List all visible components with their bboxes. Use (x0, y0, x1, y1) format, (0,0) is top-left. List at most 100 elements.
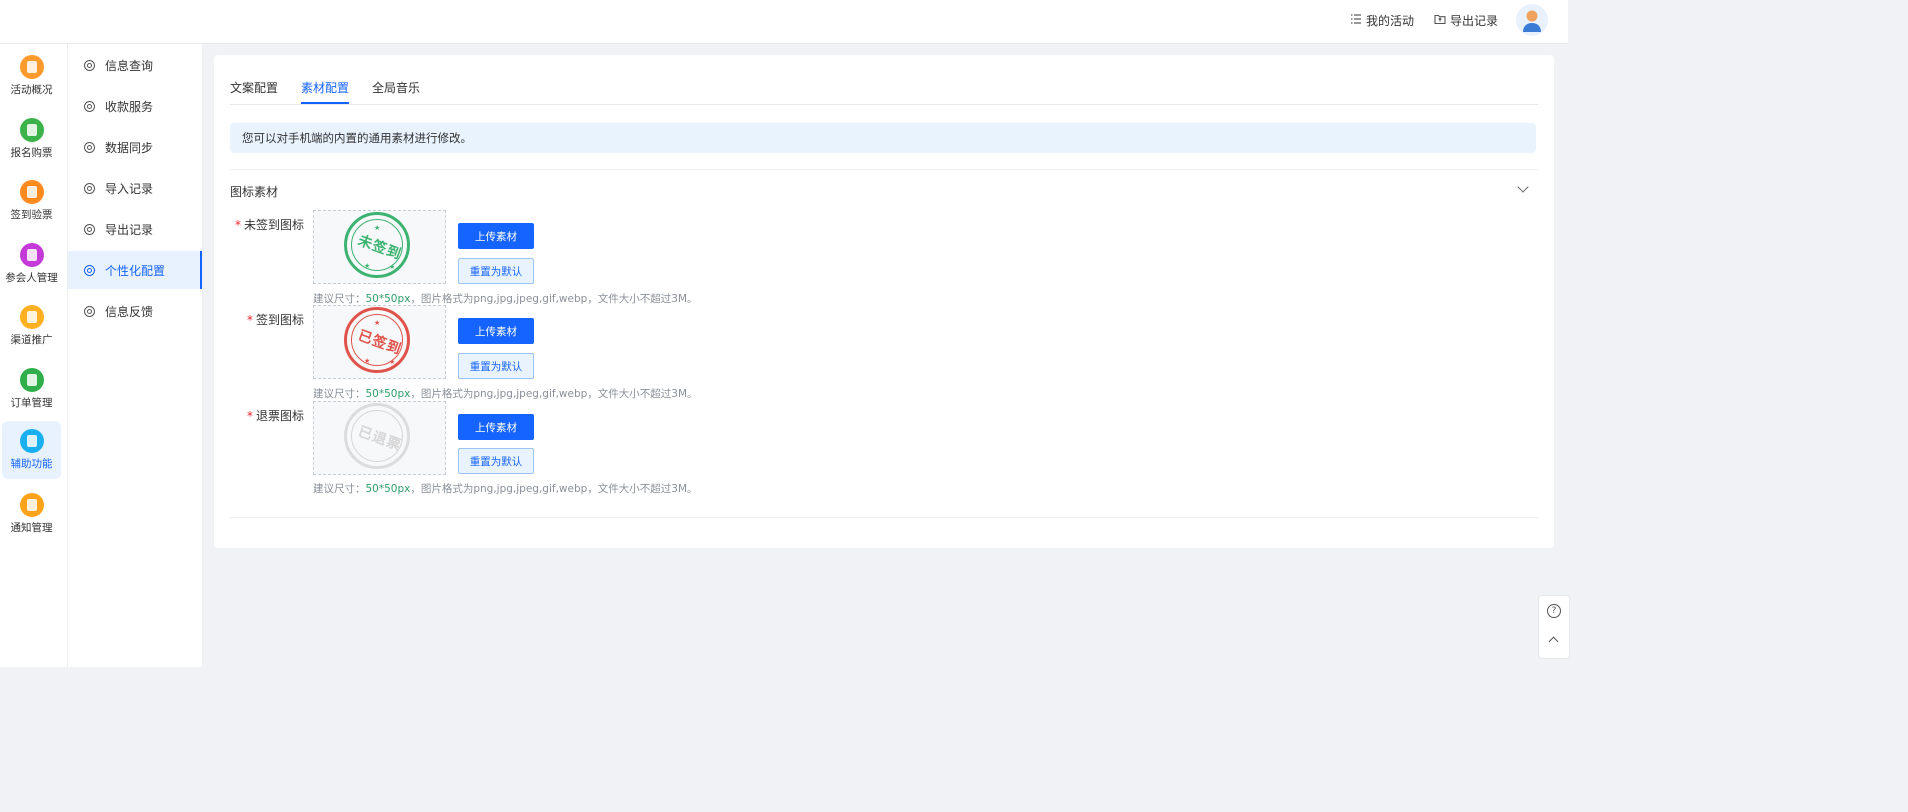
content-panel: 文案配置 素材配置 全局音乐 您可以对手机端的内置的通用素材进行修改。 图标素材… (214, 55, 1554, 548)
submenu-item-import-records[interactable]: 导入记录 (68, 169, 202, 207)
upload-material-button[interactable]: 上传素材 (458, 414, 534, 440)
sub-menu: 信息查询 收款服务 数据同步 导入记录 导出记录 个性化配置 信息反馈 (68, 44, 203, 667)
user-avatar[interactable] (1516, 4, 1548, 36)
rail-label: 参会人管理 (5, 272, 58, 284)
hint-suffix: ，图片格式为png,jpg,jpeg,gif,webp，文件大小不超过3M。 (410, 483, 698, 495)
image-upload-box[interactable]: ★ ★ ★ 未签到 (313, 210, 446, 284)
my-activity-link[interactable]: 我的活动 (1350, 12, 1414, 29)
gear-icon (84, 59, 95, 71)
signed-stamp-image: ★ ★ ★ 已签到 (344, 307, 410, 373)
submenu-item-data-sync[interactable]: 数据同步 (68, 128, 202, 166)
submenu-label: 导出记录 (105, 222, 154, 237)
rail-label: 活动概况 (10, 84, 53, 96)
attendee-icon (19, 243, 44, 267)
rail-item-registration[interactable]: 报名购票 (2, 113, 61, 171)
hint-prefix: 建议尺寸： (313, 293, 366, 305)
upload-material-button[interactable]: 上传素材 (458, 318, 534, 344)
gear-icon (84, 305, 95, 317)
submenu-item-payment[interactable]: 收款服务 (68, 87, 202, 125)
bell-icon (19, 493, 44, 517)
info-notice: 您可以对手机端的内置的通用素材进行修改。 (230, 123, 1536, 153)
rail-item-notifications[interactable]: 通知管理 (2, 488, 61, 546)
check-in-icon (19, 180, 44, 204)
upload-material-button[interactable]: 上传素材 (458, 223, 534, 249)
stamp-text: 未签到 (355, 232, 404, 264)
list-icon (1350, 13, 1362, 28)
channel-icon (19, 305, 44, 329)
my-activity-label: 我的活动 (1366, 14, 1415, 28)
rail-item-attendees[interactable]: 参会人管理 (2, 238, 61, 296)
id-card-icon (19, 55, 44, 79)
form-label-text: 签到图标 (255, 313, 304, 327)
gear-icon (84, 223, 95, 235)
gear-icon (84, 100, 95, 112)
gear-icon (84, 264, 95, 276)
tab-bar: 文案配置 素材配置 全局音乐 (230, 79, 1538, 105)
required-mark: * (246, 409, 253, 423)
ticket-icon (19, 118, 44, 142)
submenu-item-feedback[interactable]: 信息反馈 (68, 292, 202, 330)
size-hint: 建议尺寸：50*50px，图片格式为png,jpg,jpeg,gif,webp，… (313, 386, 698, 401)
reset-default-button[interactable]: 重置为默认 (458, 448, 534, 474)
gear-icon (84, 182, 95, 194)
submenu-item-info-query[interactable]: 信息查询 (68, 46, 202, 84)
gear-icon (84, 141, 95, 153)
hint-suffix: ，图片格式为png,jpg,jpeg,gif,webp，文件大小不超过3M。 (410, 293, 698, 305)
rail-label: 报名购票 (10, 147, 53, 159)
rail-label: 订单管理 (10, 397, 53, 409)
submenu-label: 信息查询 (105, 58, 154, 73)
tab-copy-config[interactable]: 文案配置 (230, 79, 278, 102)
rail-item-overview[interactable]: 活动概况 (2, 50, 61, 108)
rail-item-orders[interactable]: 订单管理 (2, 363, 61, 421)
reset-default-button[interactable]: 重置为默认 (458, 353, 534, 379)
hint-prefix: 建议尺寸： (313, 483, 366, 495)
hint-size: 50*50px (365, 293, 411, 305)
rail-item-assist[interactable]: 辅助功能 (2, 421, 61, 479)
hint-suffix: ，图片格式为png,jpg,jpeg,gif,webp，文件大小不超过3M。 (410, 388, 698, 400)
image-upload-box[interactable]: ★ ★ ★ 已签到 (313, 305, 446, 379)
hint-size: 50*50px (365, 483, 411, 495)
form-label-text: 未签到图标 (243, 218, 304, 232)
rail-item-channels[interactable]: 渠道推广 (2, 300, 61, 358)
export-records-label: 导出记录 (1450, 14, 1499, 28)
divider (230, 169, 1538, 170)
rail-label: 通知管理 (10, 522, 53, 534)
tab-global-music[interactable]: 全局音乐 (372, 79, 420, 102)
size-hint: 建议尺寸：50*50px，图片格式为png,jpg,jpeg,gif,webp，… (313, 481, 698, 496)
divider (230, 517, 1538, 518)
submenu-item-personalization[interactable]: 个性化配置 (68, 251, 202, 289)
help-icon[interactable]: ? (1547, 604, 1561, 618)
required-mark: * (234, 218, 241, 232)
submenu-label: 信息反馈 (105, 304, 154, 319)
tab-material-config[interactable]: 素材配置 (301, 79, 350, 104)
stamp-text: 已签到 (355, 327, 404, 359)
submenu-label: 收款服务 (105, 99, 154, 114)
form-label-signed-icon: * 签到图标 (214, 311, 304, 328)
hint-size: 50*50px (365, 388, 411, 400)
form-label-unsigned-icon: * 未签到图标 (214, 216, 304, 233)
main-nav-rail: 活动概况 报名购票 签到验票 参会人管理 渠道推广 订单管理 辅助功能 通知管理 (0, 44, 68, 667)
export-records-link[interactable]: 导出记录 (1434, 12, 1498, 29)
rail-label: 签到验票 (10, 209, 53, 221)
submenu-label: 数据同步 (105, 140, 154, 155)
chevron-down-icon[interactable] (1517, 181, 1529, 193)
refunded-stamp-image: 已退票 (344, 403, 410, 469)
export-folder-icon (1434, 13, 1446, 28)
back-to-top-icon[interactable] (1548, 636, 1559, 647)
top-bar: 我的活动 导出记录 (0, 0, 1568, 44)
image-upload-box[interactable]: 已退票 (313, 401, 446, 475)
rail-item-checkin[interactable]: 签到验票 (2, 175, 61, 233)
form-label-refund-icon: * 退票图标 (214, 407, 304, 424)
rail-label: 渠道推广 (10, 334, 53, 346)
floating-toolbar: ? (1538, 595, 1570, 659)
hint-prefix: 建议尺寸： (313, 388, 366, 400)
section-title: 图标素材 (230, 185, 279, 199)
submenu-label: 导入记录 (105, 181, 154, 196)
size-hint: 建议尺寸：50*50px，图片格式为png,jpg,jpeg,gif,webp，… (313, 291, 698, 306)
not-signed-stamp-image: ★ ★ ★ 未签到 (344, 212, 410, 278)
form-label-text: 退票图标 (255, 409, 304, 423)
reset-default-button[interactable]: 重置为默认 (458, 258, 534, 284)
rail-label: 辅助功能 (10, 458, 53, 470)
assist-icon (19, 429, 44, 453)
submenu-item-export-records[interactable]: 导出记录 (68, 210, 202, 248)
